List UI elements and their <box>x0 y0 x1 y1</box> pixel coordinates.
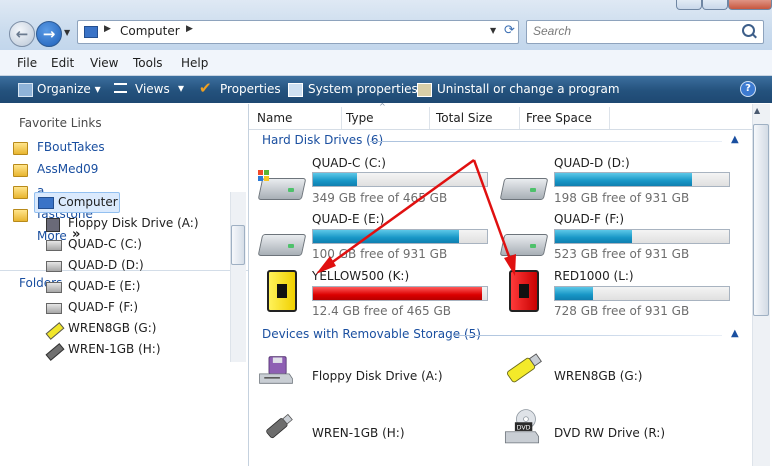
annotation-arrow-right <box>472 159 516 276</box>
annotation-arrows <box>316 158 516 276</box>
annotation-arrow-left <box>316 158 475 274</box>
